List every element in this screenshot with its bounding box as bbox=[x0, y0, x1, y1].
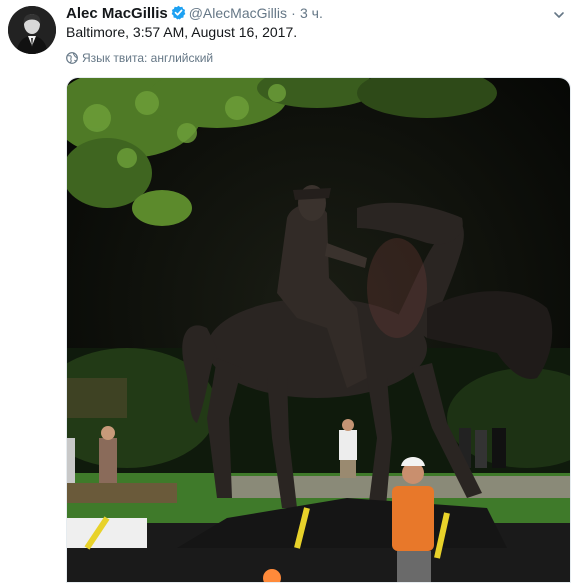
tweet-photo[interactable] bbox=[66, 77, 571, 583]
tweet-text: Baltimore, 3:57 AM, August 16, 2017. bbox=[66, 24, 298, 40]
globe-icon bbox=[66, 52, 78, 64]
statue-photo-image bbox=[67, 78, 570, 582]
avatar[interactable] bbox=[8, 6, 56, 54]
author-handle[interactable]: @AlecMacGillis bbox=[189, 5, 287, 21]
separator-dot: · bbox=[291, 5, 296, 21]
tweet-language-note: Язык твита: английский bbox=[66, 50, 213, 66]
tweet: Alec MacGillis @AlecMacGillis · 3 ч. Balt… bbox=[0, 0, 576, 583]
tweet-header: Alec MacGillis @AlecMacGillis · 3 ч. bbox=[66, 4, 323, 25]
author-name[interactable]: Alec MacGillis bbox=[66, 5, 168, 22]
verified-badge-icon bbox=[171, 5, 186, 25]
chevron-down-icon[interactable] bbox=[552, 8, 566, 22]
tweet-timestamp[interactable]: 3 ч. bbox=[300, 5, 323, 21]
language-label: Язык твита: английский bbox=[82, 51, 214, 65]
